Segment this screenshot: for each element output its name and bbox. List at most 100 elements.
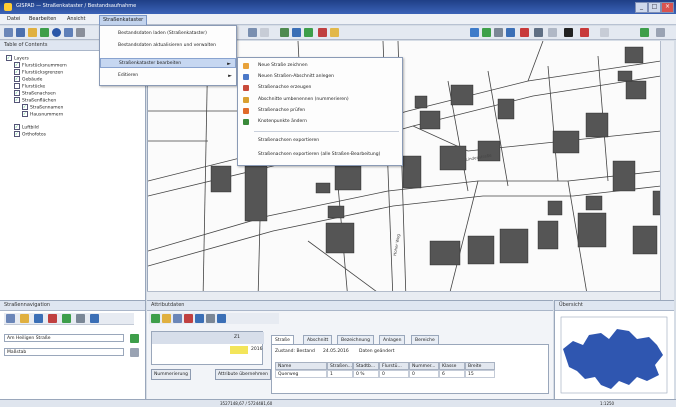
merge-tool-icon[interactable] bbox=[548, 28, 557, 37]
info-icon[interactable] bbox=[52, 28, 61, 37]
nav-back-icon[interactable] bbox=[6, 314, 15, 323]
col-header-stadtbezirk[interactable]: Stadtb... bbox=[353, 362, 379, 370]
selected-cell[interactable] bbox=[230, 346, 248, 354]
col-header-name[interactable]: Name bbox=[275, 362, 327, 370]
table-cell[interactable]: Querweg bbox=[275, 370, 327, 378]
grid-icon[interactable] bbox=[260, 28, 269, 37]
submenu-item-achse-erzeugen[interactable]: Straßenachse erzeugen bbox=[238, 83, 402, 93]
layer-item[interactable]: ✓ Straßennamen bbox=[22, 104, 63, 111]
layer-item[interactable]: ✓ Luftbild bbox=[14, 124, 39, 131]
col-header-nummer[interactable]: Nummer... bbox=[409, 362, 439, 370]
split-tool-icon[interactable] bbox=[534, 28, 543, 37]
layer-checkbox[interactable] bbox=[14, 83, 20, 89]
remove-tool-icon[interactable] bbox=[520, 28, 529, 37]
stop-tool-icon[interactable] bbox=[580, 28, 589, 37]
col-header-breite[interactable]: Breite bbox=[465, 362, 495, 370]
nav-marker-icon[interactable] bbox=[48, 314, 57, 323]
layer-checkbox[interactable]: ✓ bbox=[14, 131, 20, 137]
submenu-item-umbenennen[interactable]: Abschnitte umbenennen (nummerieren) bbox=[238, 95, 402, 105]
snap-icon[interactable] bbox=[330, 28, 339, 37]
menu-bearbeiten[interactable]: Bearbeiten bbox=[26, 15, 59, 24]
measure-icon[interactable] bbox=[292, 28, 301, 37]
layer-item[interactable]: ✓ Gebäude bbox=[14, 76, 42, 83]
layer-item[interactable]: ✓ Straßenachsen bbox=[14, 90, 56, 97]
nav-list-icon[interactable] bbox=[76, 314, 85, 323]
layer-item[interactable]: ✓ Flurstücksgrenzen bbox=[14, 69, 63, 76]
col-header-flurstueck[interactable]: Flurstü... bbox=[379, 362, 409, 370]
numbering-button[interactable]: Nummerierung bbox=[151, 369, 192, 380]
vertex-tool-icon[interactable] bbox=[506, 28, 515, 37]
attr-add-icon[interactable] bbox=[151, 314, 160, 323]
table-cell[interactable]: 1 bbox=[327, 370, 353, 378]
scale-go-icon[interactable] bbox=[130, 348, 139, 357]
save-icon[interactable] bbox=[16, 28, 25, 37]
minimize-button[interactable]: _ bbox=[635, 2, 648, 13]
print-icon[interactable] bbox=[28, 28, 37, 37]
close-button[interactable]: × bbox=[661, 2, 674, 13]
nav-zoom-icon[interactable] bbox=[90, 314, 99, 323]
submenu-item-exportieren-alle[interactable]: Straßenachsen exportieren (alle Straßen-… bbox=[238, 150, 402, 160]
selection-grid[interactable]: Z1 2016 bbox=[151, 331, 264, 365]
menu-item-bestand-aktualisieren[interactable]: Bestandsdaten aktualisieren und verwalte… bbox=[100, 41, 236, 51]
layer-checkbox[interactable]: ✓ bbox=[22, 111, 28, 117]
attr-delete-icon[interactable] bbox=[184, 314, 193, 323]
layer-checkbox[interactable]: ✓ bbox=[14, 76, 20, 82]
refresh-icon[interactable] bbox=[40, 28, 49, 37]
table-cell[interactable]: 0 % bbox=[353, 370, 379, 378]
line-tool-icon[interactable] bbox=[482, 28, 491, 37]
open-icon[interactable] bbox=[4, 28, 13, 37]
col-header-klasse[interactable]: Klasse bbox=[439, 362, 465, 370]
attr-folder-icon[interactable] bbox=[162, 314, 171, 323]
street-go-icon[interactable] bbox=[130, 334, 139, 343]
zoom-icon[interactable] bbox=[64, 28, 73, 37]
map-horizontal-scrollbar[interactable] bbox=[147, 291, 660, 300]
menu-ansicht[interactable]: Ansicht bbox=[64, 15, 88, 24]
submenu-item-neuer-abschnitt[interactable]: Neuen Straßen-Abschnitt anlegen bbox=[238, 72, 402, 82]
layer-item[interactable]: ✓ Flurstücksnummern bbox=[14, 62, 67, 69]
table-cell[interactable]: 0 bbox=[409, 370, 439, 378]
nav-go-icon[interactable] bbox=[62, 314, 71, 323]
layer-checkbox[interactable]: ✓ bbox=[14, 97, 20, 103]
attr-save-icon[interactable] bbox=[173, 314, 182, 323]
delete-icon[interactable] bbox=[318, 28, 327, 37]
col-header-strasse[interactable]: Straßen... bbox=[327, 362, 353, 370]
apply-attributes-button[interactable]: Attribute übernehmen bbox=[215, 369, 272, 380]
settings-tool-icon[interactable] bbox=[600, 28, 609, 37]
layer-item[interactable]: ✓ Orthofotos bbox=[14, 131, 46, 138]
attr-print-icon[interactable] bbox=[217, 314, 226, 323]
submenu-item-knoten-aendern[interactable]: Knotenpunkte ändern bbox=[238, 117, 402, 127]
table-cell[interactable]: 6 bbox=[439, 370, 465, 378]
help-icon[interactable] bbox=[640, 28, 649, 37]
pencil-tool-icon[interactable] bbox=[470, 28, 479, 37]
edit-icon[interactable] bbox=[304, 28, 313, 37]
street-select[interactable]: Am Heiligen Straße bbox=[4, 334, 124, 342]
node-tool-icon[interactable] bbox=[494, 28, 503, 37]
layer-checkbox[interactable]: ✓ bbox=[14, 62, 20, 68]
submenu-item-achse-pruefen[interactable]: Straßenachse prüfen bbox=[238, 106, 402, 116]
pan-icon[interactable] bbox=[76, 28, 85, 37]
select-icon[interactable] bbox=[280, 28, 289, 37]
menu-datei[interactable]: Datei bbox=[4, 15, 23, 24]
menu-item-editieren[interactable]: Editieren ► bbox=[100, 71, 236, 81]
table-cell[interactable]: 15 bbox=[465, 370, 495, 378]
submenu-item-neue-strasse[interactable]: Neue Straße zeichnen bbox=[238, 61, 402, 71]
menu-item-bestand-laden[interactable]: Bestandsdaten laden (Straßenkataster) bbox=[100, 29, 236, 39]
nav-search-icon[interactable] bbox=[34, 314, 43, 323]
overview-map[interactable] bbox=[559, 315, 669, 395]
submenu-item-exportieren[interactable]: Straßenachsen exportieren bbox=[238, 136, 402, 146]
layer-icon[interactable] bbox=[248, 28, 257, 37]
options-icon[interactable] bbox=[656, 28, 665, 37]
layer-checkbox[interactable]: ✓ bbox=[6, 55, 12, 61]
nav-folder-icon[interactable] bbox=[20, 314, 29, 323]
layer-item[interactable]: ✓ Hausnummern bbox=[22, 111, 63, 118]
layer-checkbox[interactable]: ✓ bbox=[22, 104, 28, 110]
attr-table-icon[interactable] bbox=[195, 314, 204, 323]
scale-select[interactable]: Maßstab bbox=[4, 348, 124, 356]
attr-filter-icon[interactable] bbox=[206, 314, 215, 323]
layer-checkbox[interactable]: ✓ bbox=[14, 90, 20, 96]
maximize-button[interactable]: □ bbox=[648, 2, 661, 13]
layer-checkbox[interactable]: ✓ bbox=[14, 69, 20, 75]
table-cell[interactable]: 0 bbox=[379, 370, 409, 378]
layer-item[interactable]: Flurstücke bbox=[14, 83, 45, 90]
color-tool-icon[interactable] bbox=[564, 28, 573, 37]
